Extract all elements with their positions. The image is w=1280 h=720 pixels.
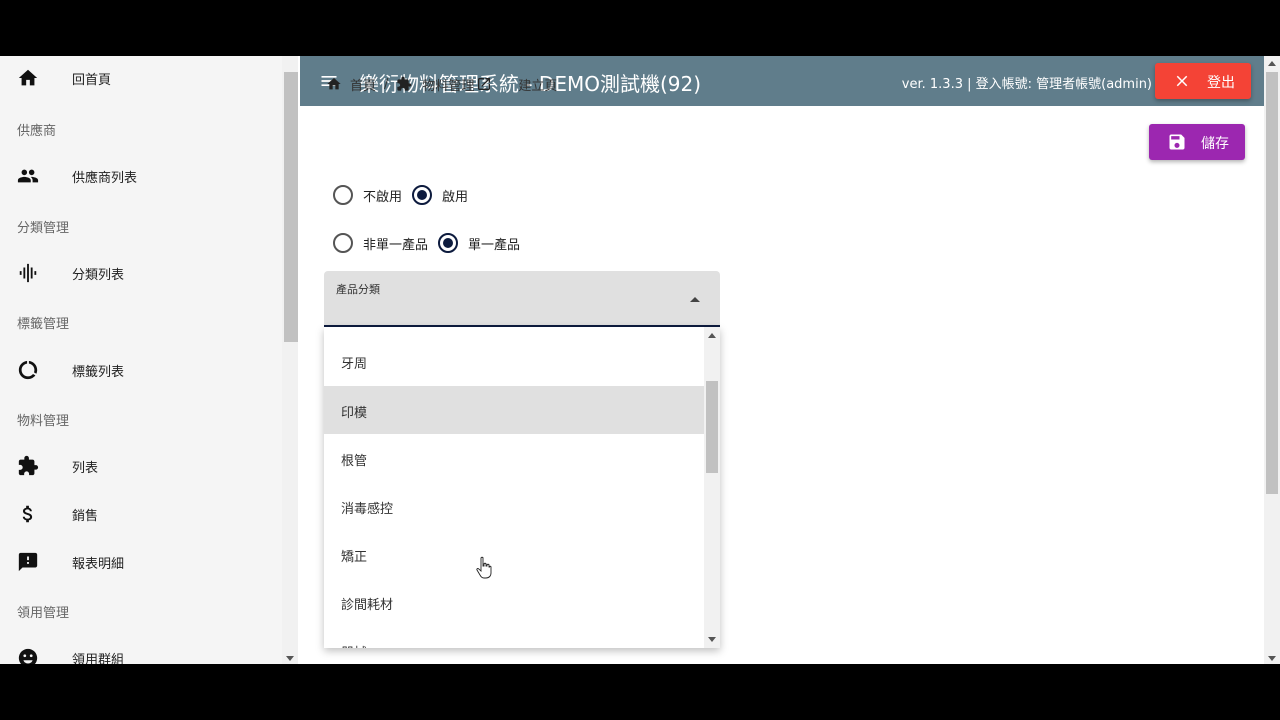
sidebar-item-label: 報表明細 (72, 556, 125, 572)
breadcrumb-material-link[interactable]: 物料管理 (422, 75, 474, 94)
sidebar-section-supplier: 供應商 (17, 124, 57, 139)
dropdown-option[interactable]: 診間耗材 (324, 578, 704, 626)
scroll-up-arrow-icon[interactable] (1268, 61, 1276, 66)
sidebar-item-home[interactable]: 回首頁 (0, 58, 282, 98)
dropdown-option[interactable]: 根管 (324, 434, 704, 482)
sidebar-item-category-list[interactable]: 分類列表 (0, 253, 282, 293)
status-radio-group: 不啟用 啟用 (333, 183, 478, 207)
breadcrumb-home-link[interactable]: 首頁 (350, 75, 376, 94)
save-icon (1167, 132, 1187, 152)
sidebar-item-material-list[interactable]: 列表 (0, 446, 282, 486)
caret-up-icon[interactable] (690, 297, 700, 302)
people-icon (17, 165, 39, 187)
face-icon (17, 647, 39, 664)
radio-non-single-product-label[interactable]: 非單一產品 (363, 234, 428, 253)
sidebar-item-requisition-group[interactable]: 領用群組 (0, 638, 282, 664)
breadcrumb-current: 建立頁 (518, 78, 558, 94)
home-icon[interactable] (326, 76, 342, 92)
radio-disable[interactable] (333, 185, 353, 205)
category-dropdown-menu: 牙周 印模 根管 消毒感控 矯正 診間耗材 器械 (324, 327, 720, 648)
sidebar-item-label: 供應商列表 (72, 170, 138, 186)
scroll-up-arrow-icon[interactable] (708, 333, 716, 338)
sidebar-item-report[interactable]: 報表明細 (0, 542, 282, 582)
sidebar-item-tag-list[interactable]: 標籤列表 (0, 350, 282, 390)
home-icon (17, 67, 39, 89)
sidebar: 回首頁 供應商 供應商列表 分類管理 分類列表 標籤管理 標籤列表 物料管理 列… (0, 56, 298, 664)
radio-enable[interactable] (412, 185, 433, 205)
close-icon (1173, 72, 1191, 90)
sidebar-item-label: 銷售 (72, 508, 99, 524)
sidebar-section-tag: 標籤管理 (17, 317, 70, 332)
dollar-icon (17, 503, 39, 525)
open-in-new-icon[interactable] (476, 76, 492, 92)
radio-single-product[interactable] (438, 233, 459, 253)
logout-button[interactable]: 登出 (1155, 63, 1251, 99)
sidebar-scrollbar[interactable] (282, 56, 298, 664)
radio-non-single-product[interactable] (333, 233, 353, 253)
sidebar-item-sales[interactable]: 銷售 (0, 494, 282, 534)
breadcrumb-separator: / (384, 76, 389, 92)
radio-single-product-label[interactable]: 單一產品 (468, 234, 520, 253)
page-scrollbar[interactable] (1264, 56, 1280, 664)
dropdown-scrollbar-thumb[interactable] (706, 381, 718, 473)
save-button[interactable]: 儲存 (1149, 124, 1245, 160)
sidebar-section-material: 物料管理 (17, 414, 70, 429)
dropdown-option[interactable]: 矯正 (324, 530, 704, 578)
logout-label: 登出 (1207, 75, 1235, 91)
donut-icon (17, 359, 39, 381)
sidebar-item-supplier-list[interactable]: 供應商列表 (0, 156, 282, 196)
scroll-down-arrow-icon[interactable] (1268, 656, 1276, 661)
category-select-label: 產品分類 (336, 283, 380, 296)
graphic-eq-icon (17, 262, 39, 284)
save-label: 儲存 (1201, 136, 1229, 152)
sidebar-item-label: 領用群組 (72, 652, 125, 665)
product-type-radio-group: 非單一產品 單一產品 (333, 231, 530, 255)
sidebar-item-label: 分類列表 (72, 267, 125, 283)
sidebar-item-label: 回首頁 (72, 72, 112, 88)
hand-cursor-icon (476, 556, 492, 579)
sidebar-section-requisition: 領用管理 (17, 606, 70, 621)
sidebar-scrollbar-thumb[interactable] (284, 72, 298, 342)
breadcrumb: 首頁 / 物料管理 建立頁 (326, 74, 557, 94)
dropdown-option[interactable]: 器械 (324, 626, 704, 648)
radio-disable-label[interactable]: 不啟用 (363, 186, 402, 205)
puzzle-icon (17, 455, 39, 477)
scroll-down-arrow-icon[interactable] (708, 637, 716, 642)
feedback-icon (17, 551, 39, 573)
sidebar-item-label: 列表 (72, 460, 99, 476)
page-scrollbar-thumb[interactable] (1266, 72, 1278, 494)
puzzle-icon[interactable] (396, 76, 412, 92)
sidebar-section-category: 分類管理 (17, 221, 70, 236)
dropdown-option[interactable]: 牙周 (324, 337, 704, 385)
version-account-text: ver. 1.3.3 | 登入帳號: 管理者帳號(admin) (901, 77, 1152, 92)
category-select[interactable]: 產品分類 (324, 271, 720, 327)
dropdown-option[interactable]: 消毒感控 (324, 482, 704, 530)
dropdown-option[interactable]: 印模 (324, 386, 704, 434)
sidebar-item-label: 標籤列表 (72, 364, 125, 380)
radio-enable-label[interactable]: 啟用 (442, 186, 468, 205)
dropdown-scrollbar[interactable] (704, 327, 720, 648)
scroll-down-arrow-icon[interactable] (286, 656, 294, 661)
